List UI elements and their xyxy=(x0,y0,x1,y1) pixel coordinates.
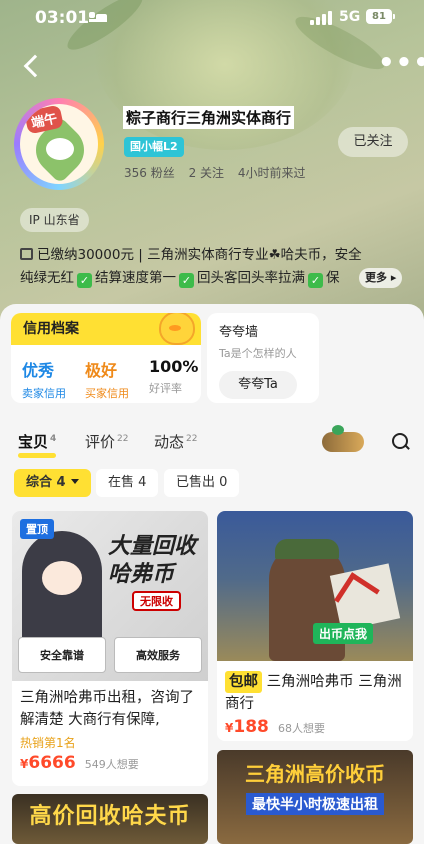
ip-location: IP 山东省 xyxy=(20,208,89,232)
credit-profile-card[interactable]: 信用档案 优秀 卖家信用 极好 买家信用 100% 好评率 xyxy=(11,313,201,403)
search-icon[interactable] xyxy=(391,432,411,452)
dragon-boat-icon xyxy=(322,425,364,452)
follow-button[interactable]: 已关注 xyxy=(338,127,408,157)
praise-wall-card[interactable]: 夸夸墙 Ta是个怎样的人 夸夸Ta xyxy=(207,313,319,403)
product-card[interactable]: 大量回收 哈弗币 无限收 安全靠谱 高效服务 置顶 三角洲哈弗币出租，咨询了解清楚… xyxy=(12,511,208,786)
last-active: 4小时前来过 xyxy=(237,166,306,180)
sleep-focus-icon xyxy=(89,12,107,22)
positive-rate: 100% 好评率 xyxy=(149,357,199,395)
check-icon: ✓ xyxy=(179,273,194,288)
battery-icon: 81 xyxy=(366,9,395,24)
product-card-partial[interactable]: 高价回收哈夫币 xyxy=(12,794,208,844)
check-icon: ✓ xyxy=(77,273,92,288)
box-icon xyxy=(329,563,401,631)
back-button[interactable] xyxy=(20,54,44,78)
tab-items[interactable]: 宝贝 4 xyxy=(18,431,56,452)
product-title: 三角洲哈弗币出租，咨询了解清楚 大商行有保障, xyxy=(20,690,194,728)
praise-wall-title: 夸夸墙 xyxy=(219,325,259,340)
product-price: ¥6666 xyxy=(20,753,76,773)
product-price: ¥188 xyxy=(225,717,269,737)
more-options-button[interactable]: ••• xyxy=(378,50,424,76)
product-card[interactable]: 出币点我 包邮 三角洲哈弗币 三角洲商行 ¥188 68人想要 xyxy=(217,511,413,741)
filter-sold[interactable]: 已售出 0 xyxy=(164,469,240,497)
cellular-signal-icon xyxy=(310,11,332,25)
status-time: 03:01 xyxy=(35,8,90,28)
deposit-icon xyxy=(20,248,33,260)
seller-credit: 优秀 卖家信用 xyxy=(22,361,66,400)
fans-count[interactable]: 356 粉丝 xyxy=(124,166,175,180)
network-type: 5G xyxy=(339,9,361,25)
filter-all[interactable]: 综合 4 xyxy=(14,469,91,497)
product-card-partial[interactable]: 三角洲高价收币 最快半小时极速出租 xyxy=(217,750,413,844)
buyer-credit: 极好 买家信用 xyxy=(85,361,129,400)
product-title: 包邮 三角洲哈弗币 三角洲商行 xyxy=(225,671,407,715)
pinned-badge: 置顶 xyxy=(20,519,54,539)
shop-description: 已缴纳30000元 | 三角洲实体商行专业☘哈夫币，安全 纯绿无红 ✓ 结算速度第一… xyxy=(20,247,362,288)
product-image: 出币点我 xyxy=(217,511,413,661)
hot-rank: 热销第1名 xyxy=(20,736,76,750)
shop-avatar[interactable]: 端午 xyxy=(14,98,104,190)
status-bar: 03:01 5G 81 xyxy=(0,0,424,36)
want-count: 549人想要 xyxy=(84,758,139,771)
filter-on-sale[interactable]: 在售 4 xyxy=(96,469,159,497)
tab-reviews[interactable]: 评价 22 xyxy=(85,431,128,452)
tab-updates[interactable]: 动态 22 xyxy=(154,431,197,452)
caret-down-icon xyxy=(70,479,79,484)
image-tag: 出币点我 xyxy=(313,623,374,644)
check-icon: ✓ xyxy=(308,273,323,288)
active-tab-indicator xyxy=(18,453,56,458)
seller-level-badge[interactable]: 国小幅L2 xyxy=(124,137,184,157)
description-more-button[interactable]: 更多 ▸ xyxy=(359,268,403,288)
shop-stats: 356 粉丝 2 关注 4小时前来过 xyxy=(124,164,315,181)
duck-mascot-icon xyxy=(159,313,195,345)
praise-button[interactable]: 夸夸Ta xyxy=(219,371,297,399)
shop-name: 粽子商行三角洲实体商行 xyxy=(123,106,295,129)
free-shipping-badge: 包邮 xyxy=(225,671,262,693)
want-count: 68人想要 xyxy=(277,722,325,735)
following-count[interactable]: 2 关注 xyxy=(189,166,224,180)
praise-wall-subtitle: Ta是个怎样的人 xyxy=(219,347,297,360)
